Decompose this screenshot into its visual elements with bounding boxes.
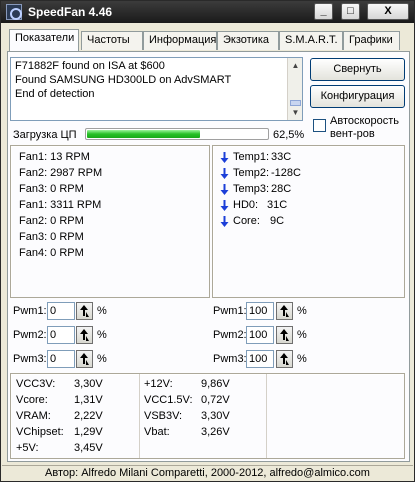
pwm-value-field[interactable]: 100: [246, 350, 274, 368]
fans-box: Fan1: 13 RPM Fan2: 2987 RPM Fan3: 0 RPM …: [10, 145, 210, 298]
fan-reading: Fan3: 0 RPM: [19, 231, 84, 243]
temp-down-arrow-icon: [220, 216, 229, 228]
voltages-divider: [139, 374, 140, 458]
pwm-spin-icon[interactable]: [76, 326, 93, 344]
voltage-value: 3,45V: [74, 442, 103, 454]
close-window-button[interactable]: X: [367, 3, 409, 20]
pwm-label: Pwm1:: [13, 305, 47, 317]
voltage-value: 0,72V: [201, 394, 230, 406]
temp-name: Temp1:: [233, 151, 270, 163]
pwm-label: Pwm2:: [13, 329, 47, 341]
pwm-label: Pwm1:: [213, 305, 247, 317]
tab-exotics[interactable]: Экзотика: [217, 31, 279, 50]
log-line: Found SAMSUNG HD300LD on AdvSMART: [15, 74, 232, 86]
minimize-to-tray-button[interactable]: Свернуть: [310, 58, 405, 81]
voltage-name: +12V:: [144, 378, 173, 390]
voltage-value: 3,26V: [201, 426, 230, 438]
log-line: End of detection: [15, 88, 95, 100]
autofan-label[interactable]: Автоскорость вент-ров: [330, 115, 406, 141]
voltage-value: 3,30V: [74, 378, 103, 390]
pwm-unit: %: [97, 305, 107, 317]
detection-log[interactable]: F71882F found on ISA at $600 Found SAMSU…: [10, 57, 303, 121]
window-title: SpeedFan 4.46: [28, 5, 113, 19]
autofan-checkbox[interactable]: [313, 119, 326, 132]
voltage-value: 1,31V: [74, 394, 103, 406]
temp-down-arrow-icon: [220, 184, 229, 196]
scroll-down-icon[interactable]: ▼: [288, 105, 302, 120]
temp-value: 28C: [271, 183, 292, 195]
fan-reading: Fan1: 13 RPM: [19, 151, 90, 163]
temp-down-arrow-icon: [220, 200, 229, 212]
speedfan-app-icon: [6, 4, 22, 20]
pwm-spin-icon[interactable]: [276, 350, 293, 368]
fan-reading: Fan3: 0 RPM: [19, 183, 84, 195]
maximize-window-button[interactable]: □: [341, 3, 360, 20]
fan-reading: Fan2: 2987 RPM: [19, 167, 103, 179]
pwm-label: Pwm3:: [213, 353, 247, 365]
scroll-up-icon[interactable]: ▲: [288, 58, 302, 73]
temp-value: 9C: [270, 215, 285, 227]
voltage-name: VCC1.5V:: [144, 394, 193, 406]
voltage-name: +5V:: [16, 442, 39, 454]
voltage-value: 2,22V: [74, 410, 103, 422]
temp-value: -128C: [271, 167, 301, 179]
pwm-unit: %: [297, 305, 307, 317]
voltages-divider: [266, 374, 267, 458]
temp-down-arrow-icon: [220, 152, 229, 164]
voltage-name: Vbat:: [144, 426, 170, 438]
fan-reading: Fan4: 0 RPM: [19, 247, 84, 259]
pwm-value-field[interactable]: 100: [246, 326, 274, 344]
temp-down-arrow-icon: [220, 168, 229, 180]
pwm-value-field[interactable]: 0: [47, 326, 75, 344]
voltage-name: VChipset:: [16, 426, 64, 438]
pwm-spin-icon[interactable]: [76, 302, 93, 320]
temp-name: HD0:: [233, 199, 259, 211]
pwm-spin-icon[interactable]: [276, 302, 293, 320]
tab-smart[interactable]: S.M.A.R.T.: [279, 31, 343, 50]
temp-value: 33C: [271, 151, 292, 163]
tab-charts[interactable]: Графики: [343, 31, 400, 50]
pwm-spin-icon[interactable]: [76, 350, 93, 368]
status-bar: Автор: Alfredo Milani Comparetti, 2000-2…: [2, 465, 413, 481]
voltage-name: VRAM:: [16, 410, 51, 422]
log-scrollbar[interactable]: ▲ ▼: [287, 58, 302, 120]
pwm-unit: %: [297, 329, 307, 341]
tab-clock[interactable]: Частоты: [81, 31, 143, 50]
pwm-unit: %: [97, 353, 107, 365]
pwm-unit: %: [97, 329, 107, 341]
pwm-value-field[interactable]: 100: [246, 302, 274, 320]
title-bar[interactable]: SpeedFan 4.46 _ □ X: [1, 1, 414, 23]
fan-reading: Fan1: 3311 RPM: [19, 199, 102, 211]
voltage-value: 9,86V: [201, 378, 230, 390]
voltage-name: VSB3V:: [144, 410, 183, 422]
pwm-label: Pwm2:: [213, 329, 247, 341]
voltage-name: VCC3V:: [16, 378, 56, 390]
tab-info[interactable]: Информация: [143, 31, 217, 50]
pwm-value-field[interactable]: 0: [47, 302, 75, 320]
tab-readings[interactable]: Показатели: [9, 29, 79, 51]
pwm-unit: %: [297, 353, 307, 365]
speedfan-window: SpeedFan 4.46 _ □ X Показатели Частоты И…: [0, 0, 415, 482]
cpu-usage-fill: [87, 130, 200, 138]
pwm-spin-icon[interactable]: [276, 326, 293, 344]
voltage-value: 3,30V: [201, 410, 230, 422]
cpu-usage-label: Загрузка ЦП: [13, 129, 77, 141]
temp-name: Temp2:: [233, 167, 270, 179]
cpu-usage-percent: 62,5%: [273, 129, 305, 141]
voltage-name: Vcore:: [16, 394, 48, 406]
author-credit: Автор: Alfredo Milani Comparetti, 2000-2…: [45, 467, 370, 479]
temp-name: Temp3:: [233, 183, 270, 195]
temp-name: Core:: [233, 215, 260, 227]
voltage-value: 1,29V: [74, 426, 103, 438]
configure-button[interactable]: Конфигурация: [310, 85, 405, 108]
fan-reading: Fan2: 0 RPM: [19, 215, 84, 227]
temp-value: 31C: [267, 199, 288, 211]
minimize-window-button[interactable]: _: [314, 3, 333, 20]
log-line: F71882F found on ISA at $600: [15, 60, 165, 72]
pwm-value-field[interactable]: 0: [47, 350, 75, 368]
pwm-label: Pwm3:: [13, 353, 47, 365]
cpu-usage-bar: [85, 128, 269, 140]
